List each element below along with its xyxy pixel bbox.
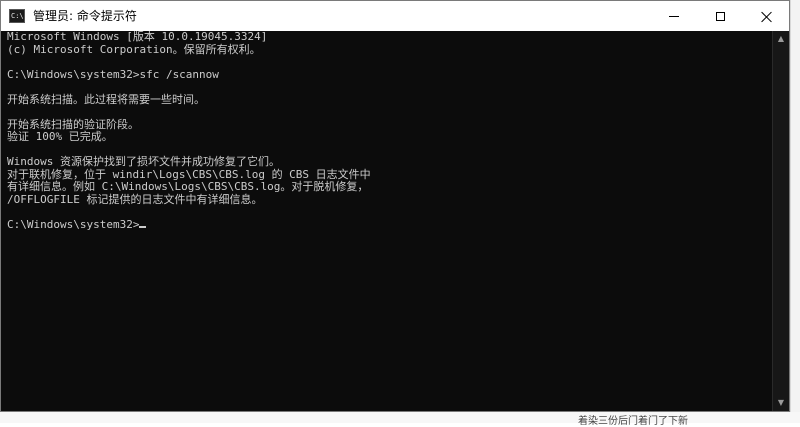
- app-icon-label: C:\: [11, 12, 24, 20]
- minimize-icon: [669, 15, 679, 17]
- console-line: (c) Microsoft Corporation。保留所有权利。: [7, 42, 261, 56]
- window-title: 管理员: 命令提示符: [33, 9, 137, 23]
- console-line: C:\Windows\system32>: [7, 218, 772, 232]
- maximize-button[interactable]: [697, 1, 743, 31]
- minimize-button[interactable]: [651, 1, 697, 31]
- chevron-up-icon[interactable]: ▲: [773, 31, 789, 47]
- command-prompt-icon[interactable]: C:\: [9, 9, 25, 23]
- console-output: Microsoft Windows [版本 10.0.19045.3324] (c…: [1, 31, 772, 231]
- chevron-down-icon[interactable]: ▼: [773, 395, 789, 411]
- close-icon: [761, 11, 772, 22]
- close-button[interactable]: [743, 1, 789, 31]
- console-line: 有详细信息。例如 C:\Windows\Logs\CBS\CBS.log。对于脱…: [7, 180, 369, 193]
- title-bar[interactable]: C:\ 管理员: 命令提示符: [1, 1, 789, 31]
- maximize-icon: [715, 11, 725, 21]
- command-prompt-window: C:\ 管理员: 命令提示符 Microsoft Windows [版本 10.…: [0, 0, 790, 412]
- console-line: 开始系统扫描。此过程将需要一些时间。: [7, 92, 205, 106]
- console-line: C:\Windows\system32>sfc /scannow: [7, 67, 219, 81]
- console-line: 验证 100% 已完成。: [7, 130, 113, 143]
- background-window-edge: [790, 0, 800, 423]
- scrollbar-track[interactable]: [777, 49, 785, 391]
- background-text: 着染三份后门着门了下新: [578, 416, 688, 427]
- vertical-scrollbar[interactable]: ▲ ▼: [772, 31, 789, 411]
- console-line: Microsoft Windows [版本 10.0.19045.3324]: [7, 31, 268, 43]
- console-line: /OFFLOGFILE 标记提供的日志文件中有详细信息。: [7, 192, 263, 206]
- text-cursor: [139, 225, 147, 228]
- console-line: Windows 资源保护找到了损坏文件并成功修复了它们。: [7, 155, 280, 168]
- console-area[interactable]: Microsoft Windows [版本 10.0.19045.3324] (c…: [1, 31, 772, 411]
- console-line: 开始系统扫描的验证阶段。: [7, 117, 139, 131]
